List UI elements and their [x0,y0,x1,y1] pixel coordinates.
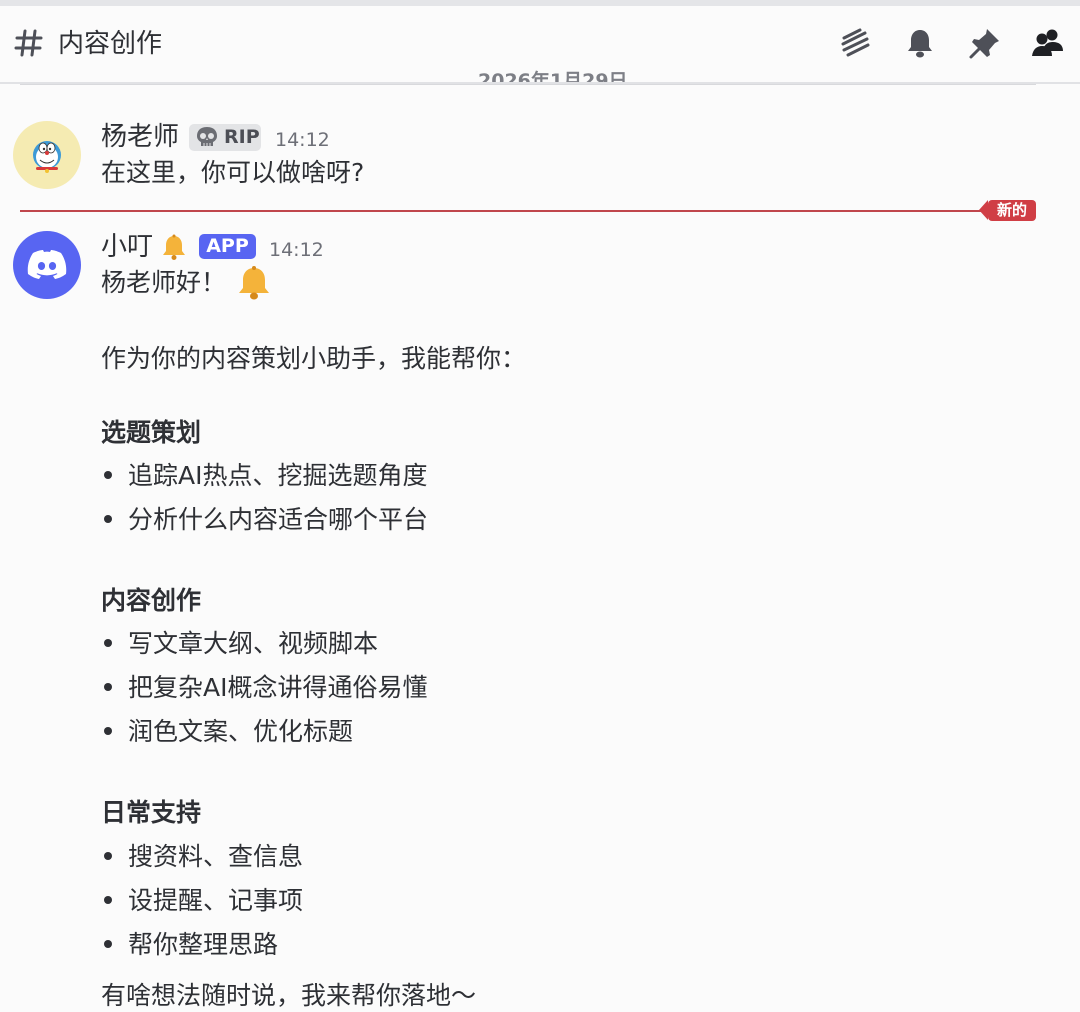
bell-icon[interactable] [903,26,937,60]
list-item-text: 设提醒、记事项 [128,886,304,915]
section-title: 日常支持 [101,798,202,827]
message-timestamp: 14:12 [269,239,324,261]
user-avatar[interactable] [13,121,81,189]
bell-emoji-icon [239,266,269,300]
date-divider-line [20,84,1036,85]
message-text: 在这里，你可以做啥呀? [101,158,365,187]
threads-icon[interactable] [838,26,872,60]
list-item-text: 分析什么内容适合哪个平台 [128,505,429,534]
intro-text: 作为你的内容策划小助手，我能帮你： [101,344,527,373]
greeting-text: 杨老师好！ [101,268,227,297]
pin-icon[interactable] [968,26,1002,60]
list-item-text: 写文章大纲、视频脚本 [128,629,379,658]
channel-name: 内容创作 [58,29,163,59]
members-icon[interactable] [1031,26,1065,60]
list-item-text: 把复杂AI概念讲得通俗易懂 [128,673,428,702]
date-divider: 2026年1月29日 [20,70,1036,90]
list-item: 搜资料、查信息 [101,841,303,873]
section-title: 选题策划 [101,418,202,447]
list-item: 帮你整理思路 [101,929,278,961]
list-item-text: 帮你整理思路 [128,930,279,959]
list-item-text: 追踪AI热点、挖掘选题角度 [128,461,428,490]
new-messages-divider: 新的 [20,200,1036,222]
bullet [101,841,128,873]
bullet [101,460,128,492]
list-item-text: 润色文案、优化标题 [128,717,354,746]
list-item: 追踪AI热点、挖掘选题角度 [101,460,427,492]
skull-icon [197,127,217,146]
app-badge: APP [199,234,256,259]
bullet [101,885,128,917]
list-item: 分析什么内容适合哪个平台 [101,504,428,536]
new-divider-line [20,210,996,212]
message-author[interactable]: 小叮 [101,231,153,263]
bullet [101,929,128,961]
message-author[interactable]: 杨老师 [101,121,179,153]
bullet [101,672,128,704]
list-item-text: 搜资料、查信息 [128,842,304,871]
hash-icon [14,29,43,57]
role-badge[interactable]: RIP [189,124,261,151]
list-item: 把复杂AI概念讲得通俗易懂 [101,672,427,704]
bullet [101,716,128,748]
list-item: 写文章大纲、视频脚本 [101,628,378,660]
list-item: 润色文案、优化标题 [101,716,353,748]
message-timestamp: 14:12 [275,129,330,151]
date-divider-text: 2026年1月29日 [468,70,638,82]
doraemon-avatar-icon [33,141,61,173]
new-divider-badge: 新的 [979,200,1036,221]
section-title: 内容创作 [101,586,202,615]
bot-avatar[interactable] [13,231,81,299]
bullet [101,504,128,536]
closing-text: 有啥想法随时说，我来帮你落地～ [101,981,477,1010]
list-item: 设提醒、记事项 [101,885,303,917]
discord-logo-icon [27,250,67,279]
role-badge-text: RIP [224,126,260,148]
bell-emoji-icon [163,234,185,260]
bullet [101,628,128,660]
